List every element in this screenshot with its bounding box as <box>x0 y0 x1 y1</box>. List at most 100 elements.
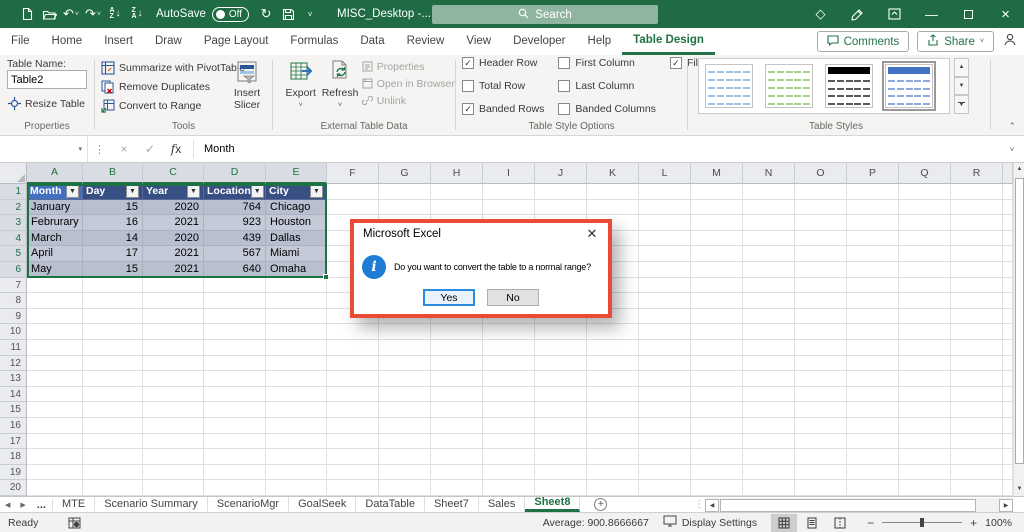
row-header-18[interactable]: 18 <box>0 449 27 465</box>
refresh-button[interactable]: Refresh ˅ <box>320 57 359 120</box>
scroll-down-icon[interactable]: ▼ <box>1014 483 1024 496</box>
cell-O9[interactable] <box>795 309 847 325</box>
filter-dropdown-icon[interactable]: ▼ <box>126 185 139 198</box>
cell-D15[interactable] <box>204 402 266 418</box>
cell-P19[interactable] <box>847 465 899 481</box>
cell-J18[interactable] <box>535 449 587 465</box>
sheet-tab-sales[interactable]: Sales <box>479 497 526 512</box>
cell-Q1[interactable] <box>899 184 951 200</box>
cell-B4[interactable]: 14 <box>83 231 143 247</box>
cell-L2[interactable] <box>639 200 691 216</box>
cell-G15[interactable] <box>379 402 431 418</box>
cell-L5[interactable] <box>639 246 691 262</box>
row-header-11[interactable]: 11 <box>0 340 27 356</box>
cell-P3[interactable] <box>847 215 899 231</box>
sheet-overflow-label[interactable]: ... <box>31 499 53 511</box>
cell-M7[interactable] <box>691 278 743 294</box>
cell-R14[interactable] <box>951 387 1003 403</box>
cell-M5[interactable] <box>691 246 743 262</box>
cell-N2[interactable] <box>743 200 795 216</box>
checkbox-header-row[interactable]: ✓Header Row <box>462 57 544 69</box>
cell-N1[interactable] <box>743 184 795 200</box>
cell-F2[interactable] <box>327 200 379 216</box>
sort-za-icon[interactable]: ZA↓ <box>126 0 148 28</box>
cell-H15[interactable] <box>431 402 483 418</box>
customize-qat-chevron-icon[interactable]: ˅ <box>299 0 321 28</box>
cell-B8[interactable] <box>83 293 143 309</box>
redo-icon[interactable]: ↻ <box>255 0 277 28</box>
row-header-15[interactable]: 15 <box>0 402 27 418</box>
cell-N18[interactable] <box>743 449 795 465</box>
cell-C20[interactable] <box>143 480 204 496</box>
cell-I19[interactable] <box>483 465 535 481</box>
row-header-12[interactable]: 12 <box>0 356 27 372</box>
cell-K10[interactable] <box>587 324 639 340</box>
cell-H14[interactable] <box>431 387 483 403</box>
tab-draw[interactable]: Draw <box>144 28 193 55</box>
cell-A3[interactable]: Februrary <box>27 215 83 231</box>
filter-dropdown-icon[interactable]: ▼ <box>310 185 323 198</box>
cell-R12[interactable] <box>951 356 1003 372</box>
minimize-button[interactable]: — <box>913 0 950 28</box>
cell-O13[interactable] <box>795 371 847 387</box>
cell-L9[interactable] <box>639 309 691 325</box>
column-header-R[interactable]: R <box>951 163 1003 184</box>
autosave-control[interactable]: AutoSave Off <box>156 7 249 22</box>
tab-table-design[interactable]: Table Design <box>622 28 715 55</box>
cell-C15[interactable] <box>143 402 204 418</box>
cell-M20[interactable] <box>691 480 743 496</box>
cell-H1[interactable] <box>431 184 483 200</box>
table-name-input[interactable] <box>7 70 87 89</box>
cell-E10[interactable] <box>266 324 327 340</box>
vertical-scroll-thumb[interactable] <box>1015 178 1024 464</box>
column-header-C[interactable]: C <box>143 163 204 184</box>
cell-C19[interactable] <box>143 465 204 481</box>
column-header-H[interactable]: H <box>431 163 483 184</box>
cell-G12[interactable] <box>379 356 431 372</box>
column-header-P[interactable]: P <box>847 163 899 184</box>
cell-M8[interactable] <box>691 293 743 309</box>
cell-K20[interactable] <box>587 480 639 496</box>
cell-P8[interactable] <box>847 293 899 309</box>
cell-K19[interactable] <box>587 465 639 481</box>
cell-G16[interactable] <box>379 418 431 434</box>
scroll-left-icon[interactable]: ◀ <box>705 499 719 512</box>
cell-O16[interactable] <box>795 418 847 434</box>
cell-P4[interactable] <box>847 231 899 247</box>
row-header-1[interactable]: 1 <box>0 184 27 200</box>
cell-A13[interactable] <box>27 371 83 387</box>
macro-record-icon[interactable] <box>68 517 81 529</box>
cell-L7[interactable] <box>639 278 691 294</box>
tab-file[interactable]: File <box>0 28 41 55</box>
cell-J12[interactable] <box>535 356 587 372</box>
cell-G11[interactable] <box>379 340 431 356</box>
cell-B12[interactable] <box>83 356 143 372</box>
column-header-M[interactable]: M <box>691 163 743 184</box>
cell-K12[interactable] <box>587 356 639 372</box>
cell-A7[interactable] <box>27 278 83 294</box>
cell-K18[interactable] <box>587 449 639 465</box>
expand-formula-bar-icon[interactable]: ˅ <box>1000 145 1024 154</box>
cell-O12[interactable] <box>795 356 847 372</box>
cell-O8[interactable] <box>795 293 847 309</box>
sheet-tab-scenariomgr[interactable]: ScenarioMgr <box>208 497 289 512</box>
export-button[interactable]: Export ˅ <box>281 57 320 120</box>
horizontal-scroll-thumb[interactable] <box>720 499 976 512</box>
column-header-D[interactable]: D <box>204 163 266 184</box>
cell-D7[interactable] <box>204 278 266 294</box>
cell-Q18[interactable] <box>899 449 951 465</box>
cell-D18[interactable] <box>204 449 266 465</box>
cell-R13[interactable] <box>951 371 1003 387</box>
cell-P16[interactable] <box>847 418 899 434</box>
cell-F14[interactable] <box>327 387 379 403</box>
chevron-down-icon[interactable]: ˅ <box>97 11 101 18</box>
cell-N20[interactable] <box>743 480 795 496</box>
cell-O18[interactable] <box>795 449 847 465</box>
cell-N8[interactable] <box>743 293 795 309</box>
cell-I2[interactable] <box>483 200 535 216</box>
zoom-slider-thumb[interactable] <box>920 518 924 527</box>
cell-B9[interactable] <box>83 309 143 325</box>
cell-L6[interactable] <box>639 262 691 278</box>
cell-D10[interactable] <box>204 324 266 340</box>
column-header-F[interactable]: F <box>327 163 379 184</box>
